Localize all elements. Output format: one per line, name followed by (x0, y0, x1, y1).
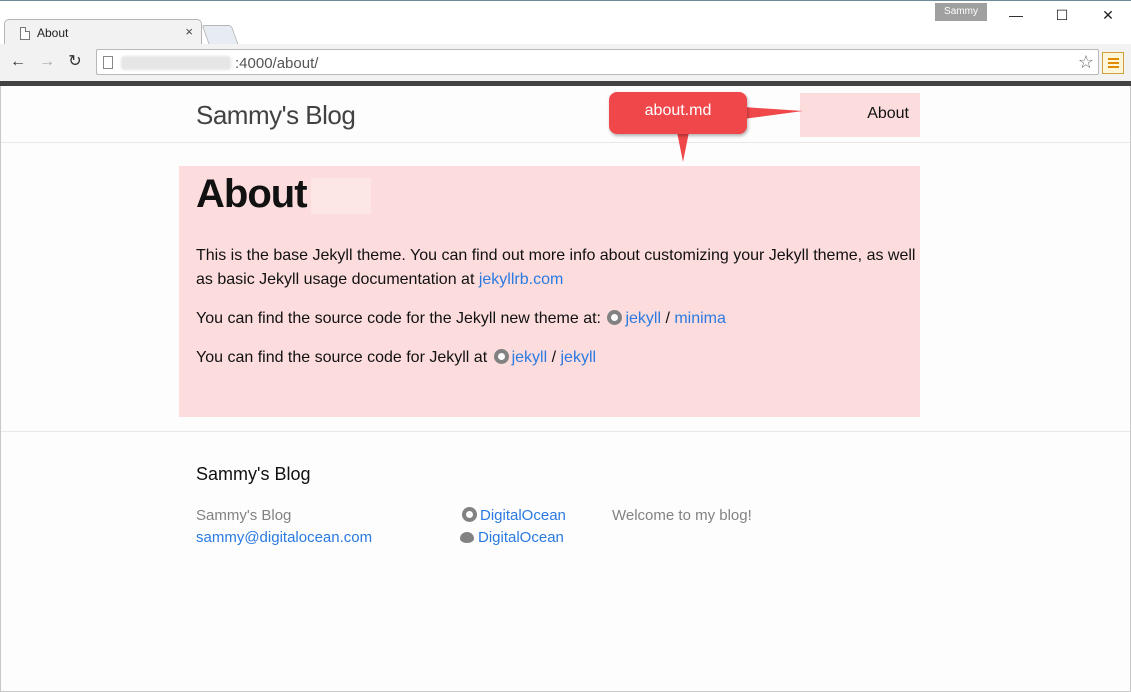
footer-name: Sammy's Blog (196, 507, 292, 524)
footer-github: DigitalOcean (460, 507, 566, 524)
url-text: :4000/about/ (235, 55, 319, 72)
maximize-button[interactable]: ☐ (1047, 4, 1077, 26)
address-bar[interactable]: :4000/about/ ☆ (96, 49, 1099, 75)
site-title[interactable]: Sammy's Blog (196, 100, 356, 131)
github-icon (607, 310, 623, 325)
page-viewport: Sammy's Blog About About This is the bas… (0, 86, 1131, 692)
tab-about[interactable]: About × (4, 19, 202, 46)
post-paragraph-1: This is the base Jekyll theme. You can f… (196, 247, 916, 288)
new-tab-button[interactable] (201, 25, 239, 44)
forward-button[interactable]: → (37, 52, 57, 72)
callout-arrow-right (743, 107, 803, 119)
minimize-button[interactable]: — (1001, 4, 1031, 26)
twitter-icon (460, 532, 474, 543)
back-button[interactable]: ← (8, 52, 28, 72)
jekyll-org-link[interactable]: jekyll (625, 310, 661, 327)
callout-arrow-down (677, 132, 689, 162)
footer-twitter: DigitalOcean (460, 529, 564, 546)
tab-close-button[interactable]: × (185, 24, 193, 39)
reload-button[interactable]: ↻ (65, 52, 85, 72)
bookmark-star-icon[interactable]: ☆ (1078, 52, 1094, 73)
title-bar: About × Sammy — ☐ ✕ (0, 0, 1131, 46)
post-paragraph-2: You can find the source code for the Jek… (196, 310, 726, 327)
footer-heading: Sammy's Blog (196, 464, 311, 484)
jekyllrb-link[interactable]: jekyllrb.com (479, 271, 563, 288)
footer-twitter-link[interactable]: DigitalOcean (478, 529, 564, 546)
nav-about-label: About (867, 105, 909, 122)
post-paragraph-3: You can find the source code for Jekyll … (196, 349, 597, 366)
page-icon (103, 56, 113, 69)
title-highlight (311, 178, 371, 214)
tab-title: About (37, 26, 69, 40)
post-title: About (196, 172, 308, 216)
browser-toolbar: ← → ↻ :4000/about/ ☆ (0, 44, 1131, 82)
nav-link-about[interactable]: About (800, 93, 920, 137)
footer-email-link[interactable]: sammy@digitalocean.com (196, 529, 372, 546)
jekyll-repo-link[interactable]: jekyll (561, 349, 597, 366)
footer-divider (1, 431, 1130, 432)
callout-bubble: about.md (609, 92, 747, 134)
browser-menu-button[interactable] (1102, 52, 1124, 74)
footer-github-link[interactable]: DigitalOcean (480, 507, 566, 524)
github-icon (462, 507, 477, 522)
close-window-button[interactable]: ✕ (1093, 4, 1123, 26)
document-icon (20, 27, 30, 40)
footer-description: Welcome to my blog! (612, 507, 752, 524)
jekyll-org-link-2[interactable]: jekyll (512, 349, 548, 366)
callout-text: about.md (644, 102, 712, 119)
github-icon (493, 349, 509, 364)
blurred-host (121, 56, 231, 70)
minima-link[interactable]: minima (674, 310, 726, 327)
profile-badge[interactable]: Sammy (935, 3, 987, 21)
site-header: Sammy's Blog About (1, 86, 1130, 143)
